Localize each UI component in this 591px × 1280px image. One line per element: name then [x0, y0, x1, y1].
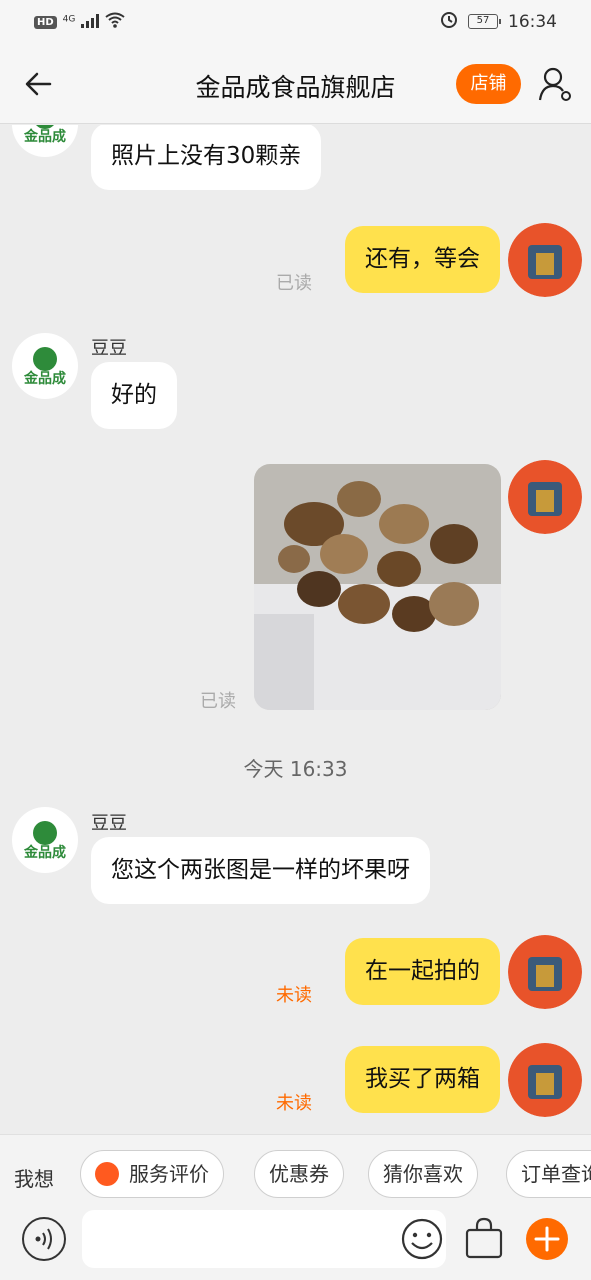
- hd-badge: HD: [34, 16, 57, 29]
- shop-logo-icon: 金品成: [23, 125, 66, 145]
- message-bubble-incoming[interactable]: 您这个两张图是一样的坏果呀: [91, 837, 430, 904]
- chat-messages[interactable]: 金品成 照片上没有30颗亲 已读 还有，等会 金品成 豆豆 好的 已读 今天 1…: [0, 125, 591, 1133]
- shop-avatar[interactable]: 金品成: [12, 807, 78, 873]
- wifi-icon: [105, 12, 125, 33]
- status-right: 57 16:34: [440, 10, 557, 33]
- status-bar: HD 4G 57 16:34: [0, 0, 591, 44]
- message-bubble-outgoing[interactable]: 我买了两箱: [345, 1046, 500, 1113]
- user-avatar-icon: [508, 935, 582, 1009]
- chat-header: 金品成食品旗舰店 店铺: [0, 44, 591, 124]
- quick-reply-label: 我想: [14, 1167, 54, 1191]
- read-status: 已读: [200, 691, 236, 712]
- battery-icon: 57: [468, 14, 501, 29]
- my-avatar[interactable]: [508, 223, 582, 297]
- shop-logo-icon: 金品成: [23, 347, 66, 387]
- my-avatar[interactable]: [508, 935, 582, 1009]
- chip-label: 订单查询: [521, 1162, 591, 1186]
- sender-name: 豆豆: [91, 338, 127, 359]
- shop-avatar[interactable]: 金品成: [12, 125, 78, 157]
- network-type: 4G: [62, 13, 76, 24]
- unread-status: 未读: [276, 1093, 312, 1114]
- message-bubble-incoming[interactable]: 好的: [91, 362, 177, 429]
- shop-avatar[interactable]: 金品成: [12, 333, 78, 399]
- shop-logo-icon: 金品成: [23, 821, 66, 861]
- quick-reply-bar: 我想 服务评价 优惠券 猜你喜欢 订单查询: [0, 1134, 591, 1212]
- read-status: 已读: [276, 273, 312, 294]
- chip-order-query[interactable]: 订单查询: [506, 1150, 591, 1198]
- message-bubble-incoming[interactable]: 照片上没有30颗亲: [91, 125, 322, 190]
- message-input[interactable]: [82, 1210, 446, 1268]
- chip-coupon[interactable]: 优惠券: [254, 1150, 344, 1198]
- user-settings-icon: [538, 67, 571, 101]
- chip-service-review[interactable]: 服务评价: [80, 1150, 224, 1198]
- chip-label: 猜你喜欢: [383, 1162, 463, 1186]
- svg-text:金品成: 金品成: [23, 128, 66, 145]
- flower-icon: [95, 1161, 119, 1186]
- user-avatar-icon: [508, 460, 582, 534]
- voice-button[interactable]: [22, 1217, 66, 1261]
- store-button[interactable]: 店铺: [456, 64, 521, 104]
- emoji-button[interactable]: [400, 1217, 444, 1261]
- chip-label: 优惠券: [269, 1162, 329, 1186]
- alarm-icon: [440, 10, 458, 33]
- smiley-icon: [401, 1218, 443, 1260]
- my-avatar[interactable]: [508, 460, 582, 534]
- signal-icon: 4G: [63, 13, 99, 33]
- plus-icon: [534, 1226, 560, 1252]
- user-avatar-icon: [508, 1043, 582, 1117]
- input-bar: [0, 1210, 591, 1280]
- svg-text:金品成: 金品成: [23, 370, 66, 387]
- message-bubble-outgoing[interactable]: 还有，等会: [345, 226, 500, 293]
- message-image[interactable]: [254, 464, 501, 710]
- svg-text:金品成: 金品成: [23, 844, 66, 861]
- user-avatar-icon: [508, 223, 582, 297]
- status-left: HD 4G: [34, 12, 125, 33]
- walnut-photo: [254, 464, 501, 710]
- unread-status: 未读: [276, 985, 312, 1006]
- my-avatar[interactable]: [508, 1043, 582, 1117]
- sender-name: 豆豆: [91, 813, 127, 834]
- shopping-bag-button[interactable]: [464, 1216, 504, 1260]
- user-settings-button[interactable]: [536, 64, 576, 104]
- plus-button[interactable]: [526, 1218, 568, 1260]
- clock: 16:34: [508, 11, 557, 32]
- chip-label: 服务评价: [129, 1162, 209, 1186]
- chip-recommend[interactable]: 猜你喜欢: [368, 1150, 478, 1198]
- timestamp: 今天 16:33: [243, 757, 348, 781]
- message-bubble-outgoing[interactable]: 在一起拍的: [345, 938, 500, 1005]
- voice-icon: [35, 1228, 52, 1250]
- shopping-bag-icon: [465, 1217, 503, 1259]
